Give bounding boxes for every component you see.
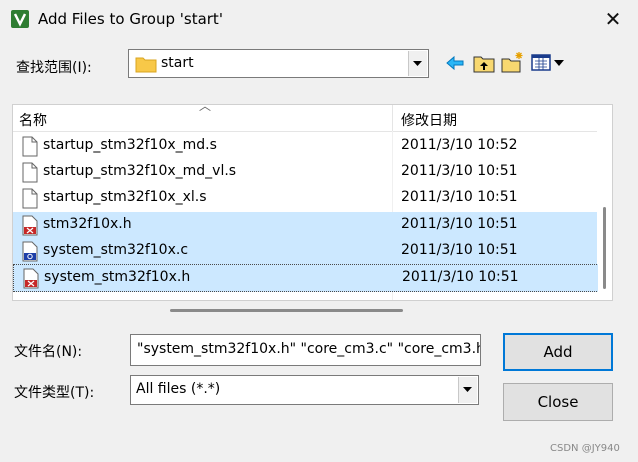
column-divider[interactable] [392, 105, 393, 131]
close-window-icon[interactable]: ✕ [598, 6, 628, 32]
add-button[interactable]: Add [503, 333, 613, 371]
lookin-label: 查找范围(I): [16, 60, 92, 76]
sort-ascending-icon: ︿ [199, 104, 212, 113]
new-folder-icon[interactable] [500, 51, 524, 75]
list-item-selected[interactable]: system_stm32f10x.c 2011/3/10 10:51 [13, 238, 597, 264]
filetype-dropdown-button[interactable] [458, 377, 477, 403]
file-date: 2011/3/10 10:51 [402, 269, 519, 285]
window-title: Add Files to Group 'start' [38, 10, 223, 28]
filetype-combo[interactable]: All files (*.*) [130, 375, 479, 405]
file-name: startup_stm32f10x_md_vl.s [43, 163, 237, 179]
up-folder-icon[interactable] [472, 51, 496, 75]
file-date: 2011/3/10 10:51 [401, 163, 518, 179]
file-name: startup_stm32f10x_xl.s [43, 189, 207, 205]
filetype-label: 文件类型(T): [14, 385, 95, 401]
lookin-dropdown-button[interactable] [408, 51, 427, 76]
file-date: 2011/3/10 10:51 [401, 189, 518, 205]
close-button[interactable]: Close [503, 383, 613, 421]
list-item[interactable]: startup_stm32f10x_md_vl.s 2011/3/10 10:5… [13, 159, 597, 185]
column-header-date[interactable]: 修改日期 [401, 110, 457, 130]
horizontal-scrollbar-thumb[interactable] [170, 309, 403, 312]
list-item[interactable]: startup_stm32f10x_md.s 2011/3/10 10:52 [13, 133, 597, 159]
c-file-icon [22, 241, 38, 262]
lookin-value: start [161, 55, 194, 71]
filename-label: 文件名(N): [14, 344, 83, 360]
list-header: 名称 ︿ 修改日期 [13, 105, 597, 132]
list-item-selected-focused[interactable]: system_stm32f10x.h 2011/3/10 10:51 [13, 264, 599, 292]
filetype-value: All files (*.*) [136, 381, 221, 397]
file-list[interactable]: 名称 ︿ 修改日期 startup_stm32f10x_md.s 2011/3/… [12, 104, 613, 301]
file-date: 2011/3/10 10:51 [401, 216, 518, 232]
header-file-icon [22, 215, 38, 236]
vertical-scrollbar-thumb[interactable] [603, 207, 606, 289]
file-icon [22, 162, 38, 183]
chevron-down-icon [463, 387, 472, 392]
watermark: CSDN @JY940 [550, 443, 620, 454]
file-name: stm32f10x.h [43, 216, 132, 232]
file-name: system_stm32f10x.c [43, 242, 189, 258]
keil-app-icon [11, 10, 29, 28]
column-header-name[interactable]: 名称 [19, 110, 47, 130]
chevron-down-icon [413, 61, 422, 66]
file-icon [22, 188, 38, 209]
list-item[interactable]: startup_stm32f10x_xl.s 2011/3/10 10:51 [13, 185, 597, 211]
file-name: system_stm32f10x.h [44, 269, 191, 285]
file-icon [22, 136, 38, 157]
header-file-icon [23, 268, 39, 289]
filename-value: "system_stm32f10x.h" "core_cm3.c" "core_… [137, 341, 481, 357]
file-date: 2011/3/10 10:52 [401, 137, 518, 153]
file-date: 2011/3/10 10:51 [401, 242, 518, 258]
folder-icon [135, 57, 157, 73]
vertical-scrollbar[interactable] [598, 105, 612, 300]
filename-input[interactable]: "system_stm32f10x.h" "core_cm3.c" "core_… [130, 334, 481, 366]
view-menu-icon[interactable] [530, 51, 566, 75]
back-arrow-icon[interactable] [444, 51, 468, 75]
file-name: startup_stm32f10x_md.s [43, 137, 217, 153]
list-item-selected[interactable]: stm32f10x.h 2011/3/10 10:51 [13, 212, 597, 238]
lookin-combo[interactable]: start [128, 49, 429, 78]
